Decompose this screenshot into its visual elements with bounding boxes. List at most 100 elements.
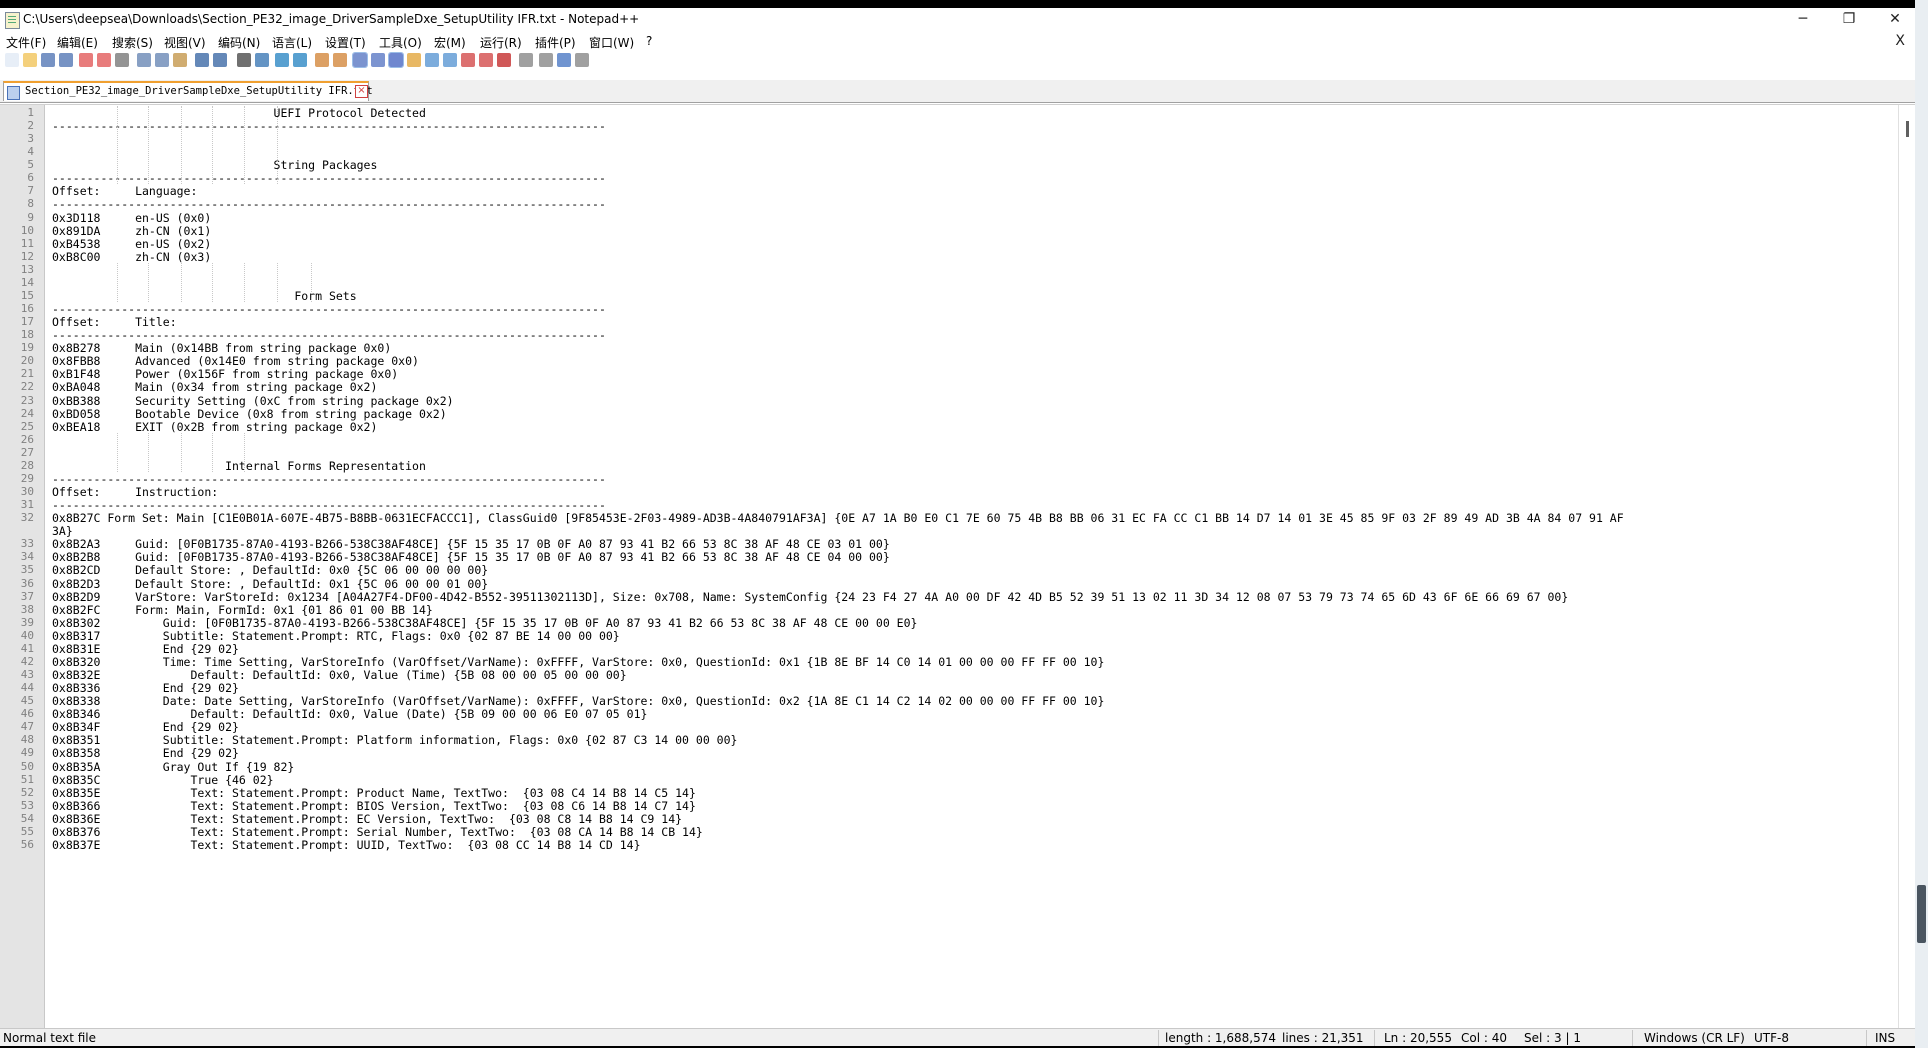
menu-item-1[interactable]: 编辑(E) (57, 34, 98, 51)
code-line[interactable]: 0x8B35C True {46 02} (52, 773, 1887, 787)
code-line[interactable]: 0x8B358 End {29 02} (52, 746, 1887, 760)
redo-icon[interactable] (213, 53, 227, 67)
show-all-chars-icon[interactable] (371, 53, 385, 67)
code-line[interactable]: 0x8B2FC Form: Main, FormId: 0x1 {01 86 0… (52, 603, 1887, 617)
close-icon[interactable] (79, 53, 93, 67)
code-line[interactable]: 0x8B34F End {29 02} (52, 720, 1887, 734)
vertical-scrollbar[interactable] (1898, 105, 1915, 1029)
code-line[interactable]: ----------------------------------------… (52, 328, 1887, 342)
code-line[interactable]: 0x8B338 Date: Date Setting, VarStoreInfo… (52, 694, 1887, 708)
word-wrap-icon[interactable] (352, 52, 368, 68)
code-line[interactable]: 0x8FBB8 Advanced (0x14E0 from string pac… (52, 354, 1887, 368)
code-line[interactable]: ----------------------------------------… (52, 302, 1887, 316)
folder-workspace-icon[interactable] (461, 53, 475, 67)
sync-vertical-icon[interactable] (315, 53, 329, 67)
code-line[interactable]: 0x8B2D3 Default Store: , DefaultId: 0x1 … (52, 577, 1887, 591)
save-all-icon[interactable] (59, 53, 73, 67)
tab-active-document[interactable]: Section_PE32_image_DriverSampleDxe_Setup… (3, 81, 373, 101)
play-macro-icon[interactable] (539, 53, 553, 67)
code-line[interactable]: 0xBA048 Main (0x34 from string package 0… (52, 380, 1887, 394)
indent-guide-icon[interactable] (388, 52, 404, 68)
code-line[interactable]: ----------------------------------------… (52, 197, 1887, 211)
code-line[interactable]: Form Sets (52, 289, 1887, 303)
code-line[interactable]: 0x8B376 Text: Statement.Prompt: Serial N… (52, 825, 1887, 839)
code-line[interactable]: 0x8B36E Text: Statement.Prompt: EC Versi… (52, 812, 1887, 826)
code-line[interactable]: 3A} (52, 524, 1887, 538)
cut-icon[interactable] (137, 53, 151, 67)
minimize-button[interactable]: ─ (1780, 8, 1826, 32)
monitoring-icon[interactable] (479, 53, 493, 67)
sync-horizontal-icon[interactable] (333, 53, 347, 67)
code-line[interactable]: 0x3D118 en-US (0x0) (52, 211, 1887, 225)
code-line[interactable]: 0x8B2B8 Guid: [0F0B1735-87A0-4193-B266-5… (52, 550, 1887, 564)
resize-grip[interactable] (1917, 885, 1926, 943)
define-language-icon[interactable] (407, 53, 421, 67)
code-line[interactable]: 0x8B2D9 VarStore: VarStoreId: 0x1234 [A0… (52, 590, 1887, 604)
menu-item-9[interactable]: 运行(R) (480, 34, 522, 51)
code-line[interactable]: 0x8B278 Main (0x14BB from string package… (52, 341, 1887, 355)
record-macro-icon[interactable] (497, 53, 511, 67)
code-line[interactable]: 0x8B31E End {29 02} (52, 642, 1887, 656)
copy-icon[interactable] (155, 53, 169, 67)
code-line[interactable]: ----------------------------------------… (52, 498, 1887, 512)
code-line[interactable]: UEFI Protocol Detected (52, 106, 1887, 120)
code-line[interactable]: 0x8B35A Gray Out If {19 82} (52, 760, 1887, 774)
code-line[interactable]: ----------------------------------------… (52, 171, 1887, 185)
print-icon[interactable] (115, 53, 129, 67)
menu-item-5[interactable]: 语言(L) (272, 34, 312, 51)
paste-icon[interactable] (173, 53, 187, 67)
menu-item-6[interactable]: 设置(T) (325, 34, 366, 51)
code-line[interactable]: 0xB1F48 Power (0x156F from string packag… (52, 367, 1887, 381)
code-line[interactable]: 0xB8C00 zh-CN (0x3) (52, 250, 1887, 264)
document-map-icon[interactable] (425, 53, 439, 67)
stop-macro-icon[interactable] (519, 53, 533, 67)
code-line[interactable]: Internal Forms Representation (52, 459, 1887, 473)
code-line[interactable]: 0x8B320 Time: Time Setting, VarStoreInfo… (52, 655, 1887, 669)
code-line[interactable]: 0xB4538 en-US (0x2) (52, 237, 1887, 251)
close-document-button[interactable]: X (1895, 33, 1905, 49)
menu-item-4[interactable]: 编码(N) (218, 34, 260, 51)
undo-icon[interactable] (195, 53, 209, 67)
menu-item-3[interactable]: 视图(V) (164, 34, 206, 51)
code-line[interactable]: 0x8B37E Text: Statement.Prompt: UUID, Te… (52, 838, 1887, 852)
code-line[interactable]: Offset: Title: (52, 315, 1887, 329)
open-file-icon[interactable] (23, 53, 37, 67)
menu-item-0[interactable]: 文件(F) (6, 34, 46, 51)
code-line[interactable]: Offset: Instruction: (52, 485, 1887, 499)
code-line[interactable]: Offset: Language: (52, 184, 1887, 198)
menu-item-2[interactable]: 搜索(S) (112, 34, 153, 51)
code-line[interactable]: ----------------------------------------… (52, 472, 1887, 486)
code-line[interactable]: 0x8B35E Text: Statement.Prompt: Product … (52, 786, 1887, 800)
run-macro-multiple-icon[interactable] (557, 53, 571, 67)
zoom-in-icon[interactable] (275, 53, 289, 67)
menu-item-11[interactable]: 窗口(W) (589, 34, 634, 51)
close-all-icon[interactable] (97, 53, 111, 67)
code-line[interactable]: 0x8B336 End {29 02} (52, 681, 1887, 695)
code-line[interactable]: 0x8B302 Guid: [0F0B1735-87A0-4193-B266-5… (52, 616, 1887, 630)
code-line[interactable]: String Packages (52, 158, 1887, 172)
menu-item-8[interactable]: 宏(M) (434, 34, 466, 51)
code-line[interactable]: 0xBEA18 EXIT (0x2B from string package 0… (52, 420, 1887, 434)
tab-close-button[interactable]: × (355, 85, 368, 98)
find-icon[interactable] (237, 53, 251, 67)
menu-item-10[interactable]: 插件(P) (535, 34, 576, 51)
close-window-button[interactable]: ✕ (1872, 8, 1915, 32)
zoom-out-icon[interactable] (293, 53, 307, 67)
code-line[interactable]: 0x8B351 Subtitle: Statement.Prompt: Plat… (52, 733, 1887, 747)
code-line[interactable]: ----------------------------------------… (52, 119, 1887, 133)
text-editor[interactable]: 1 UEFI Protocol Detected 2 ---------------… (0, 104, 1915, 1029)
code-line[interactable]: 0xBB388 Security Setting (0xC from strin… (52, 394, 1887, 408)
save-macro-icon[interactable] (575, 53, 589, 67)
scrollbar-thumb[interactable] (1906, 121, 1909, 137)
menu-item-12[interactable]: ? (646, 34, 652, 48)
function-list-icon[interactable] (443, 53, 457, 67)
code-line[interactable]: 0x8B366 Text: Statement.Prompt: BIOS Ver… (52, 799, 1887, 813)
new-file-icon[interactable] (5, 53, 19, 67)
code-line[interactable]: 0x8B32E Default: DefaultId: 0x0, Value (… (52, 668, 1887, 682)
save-icon[interactable] (41, 53, 55, 67)
code-line[interactable]: 0x8B2CD Default Store: , DefaultId: 0x0 … (52, 563, 1887, 577)
menu-item-7[interactable]: 工具(O) (379, 34, 422, 51)
restore-button[interactable]: ❐ (1826, 8, 1872, 32)
code-line[interactable]: 0x8B346 Default: DefaultId: 0x0, Value (… (52, 707, 1887, 721)
code-line[interactable]: 0xBD058 Bootable Device (0x8 from string… (52, 407, 1887, 421)
